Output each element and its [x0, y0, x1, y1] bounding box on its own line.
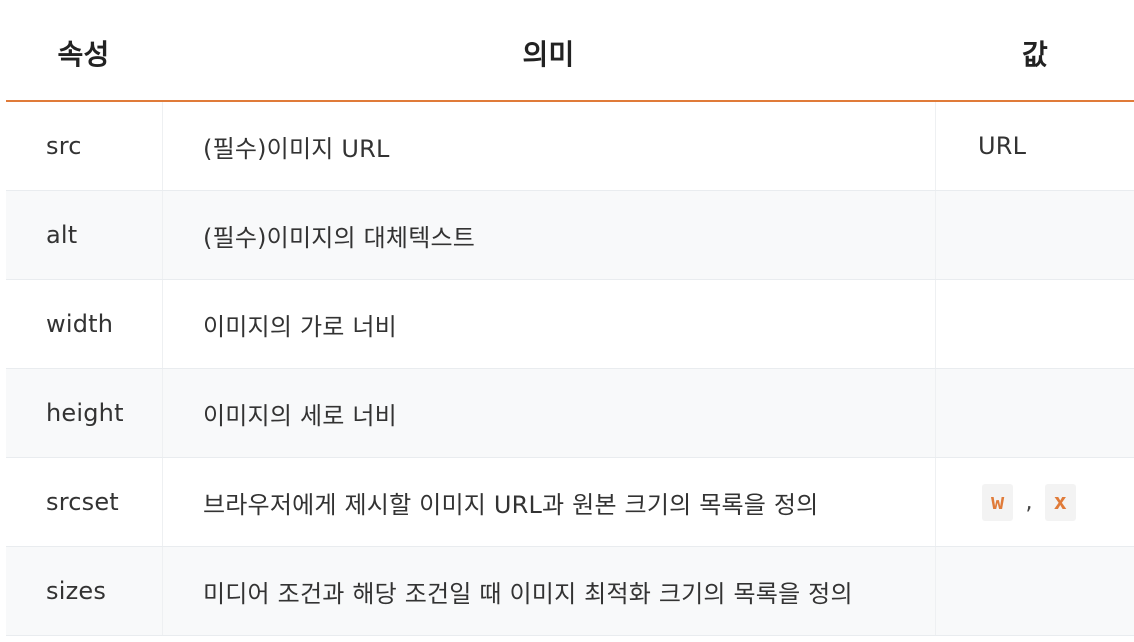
attribute-cell: srcset: [6, 458, 163, 546]
value-cell: [936, 369, 1134, 457]
table-row: alt (필수)이미지의 대체텍스트: [6, 191, 1134, 280]
value-cell: [936, 547, 1134, 635]
meaning-cell: (필수)이미지의 대체텍스트: [163, 191, 936, 279]
header-attribute: 속성: [6, 6, 163, 100]
table-row: srcset 브라우저에게 제시할 이미지 URL과 원본 크기의 목록을 정의…: [6, 458, 1134, 547]
code-badge-x: x: [1044, 483, 1077, 521]
attribute-cell: width: [6, 280, 163, 368]
attribute-cell: sizes: [6, 547, 163, 635]
value-separator: ,: [1025, 489, 1033, 515]
header-meaning: 의미: [163, 6, 936, 100]
value-cell: w , x: [936, 458, 1134, 546]
value-cell: [936, 191, 1134, 279]
table-header-row: 속성 의미 값: [6, 6, 1134, 102]
meaning-cell: (필수)이미지 URL: [163, 102, 936, 190]
meaning-cell: 이미지의 가로 너비: [163, 280, 936, 368]
meaning-cell: 이미지의 세로 너비: [163, 369, 936, 457]
attribute-cell: height: [6, 369, 163, 457]
value-cell: [936, 280, 1134, 368]
table-row: src (필수)이미지 URL URL: [6, 102, 1134, 191]
code-badge-w: w: [982, 483, 1014, 521]
attribute-cell: src: [6, 102, 163, 190]
header-value: 값: [1022, 38, 1048, 71]
table-row: sizes 미디어 조건과 해당 조건일 때 이미지 최적화 크기의 목록을 정…: [6, 547, 1134, 636]
table-row: height 이미지의 세로 너비: [6, 369, 1134, 458]
meaning-cell: 브라우저에게 제시할 이미지 URL과 원본 크기의 목록을 정의: [163, 458, 936, 546]
meaning-cell: 미디어 조건과 해당 조건일 때 이미지 최적화 크기의 목록을 정의: [163, 547, 936, 635]
value-cell: URL: [978, 132, 1027, 160]
table-row: width 이미지의 가로 너비: [6, 280, 1134, 369]
attribute-table: 속성 의미 값 src (필수)이미지 URL URL alt (필수)이미지의…: [6, 6, 1134, 636]
attribute-cell: alt: [6, 191, 163, 279]
